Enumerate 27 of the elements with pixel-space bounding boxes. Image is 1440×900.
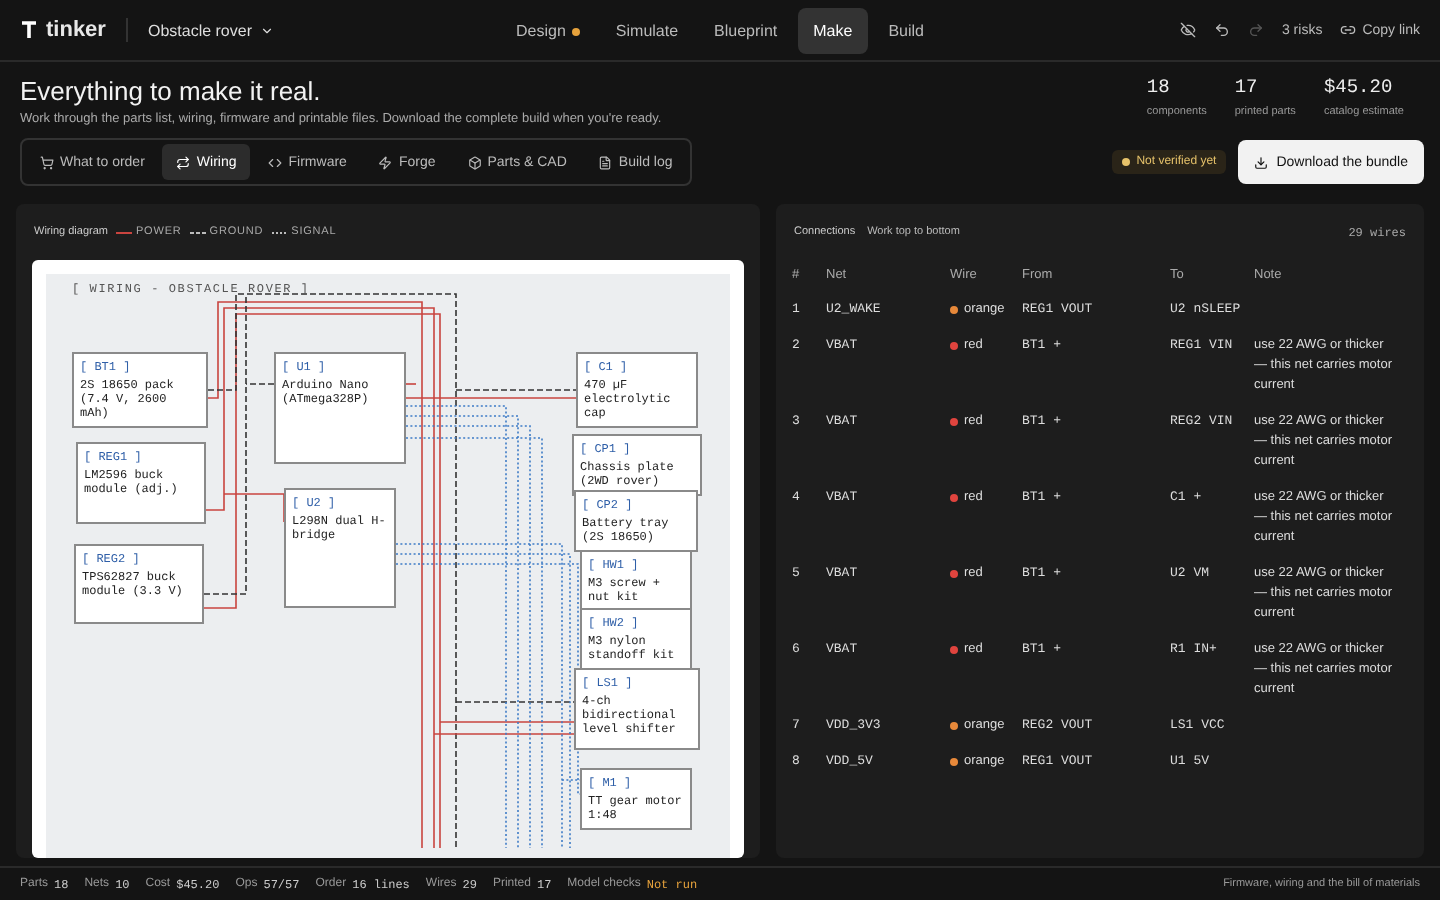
document-icon — [598, 155, 613, 169]
undo-icon[interactable] — [1213, 22, 1230, 38]
nav-tab[interactable]: Blueprint — [698, 8, 794, 54]
nav-tab[interactable]: Design — [500, 8, 596, 54]
stat-value: 18 — [1146, 76, 1172, 98]
link-icon — [1340, 22, 1357, 38]
nav-tab[interactable]: Simulate — [599, 8, 695, 54]
legend-line-icon — [115, 229, 132, 235]
nav-tab[interactable]: Build — [872, 8, 940, 54]
download-icon — [1254, 155, 1269, 169]
code-icon — [268, 155, 283, 169]
chevron-down-icon — [260, 23, 274, 37]
stat-value: 17 — [1234, 76, 1260, 98]
legend-line-icon — [189, 229, 206, 235]
bolt-icon — [378, 155, 393, 169]
cube-icon — [467, 155, 482, 169]
logo-icon — [20, 20, 38, 40]
stat-value: $45.20 — [1323, 76, 1395, 98]
swap-icon — [176, 155, 191, 169]
legend-line-icon — [271, 229, 288, 235]
nav-tab[interactable]: Make — [797, 8, 869, 54]
page-title: Everything to make it real. — [20, 76, 323, 106]
project-selector[interactable]: Obstacle rover — [147, 21, 274, 39]
hide-icon[interactable] — [1179, 22, 1196, 38]
cart-icon — [40, 155, 54, 169]
modified-dot — [571, 27, 580, 35]
logo-text: tinker — [46, 18, 106, 42]
